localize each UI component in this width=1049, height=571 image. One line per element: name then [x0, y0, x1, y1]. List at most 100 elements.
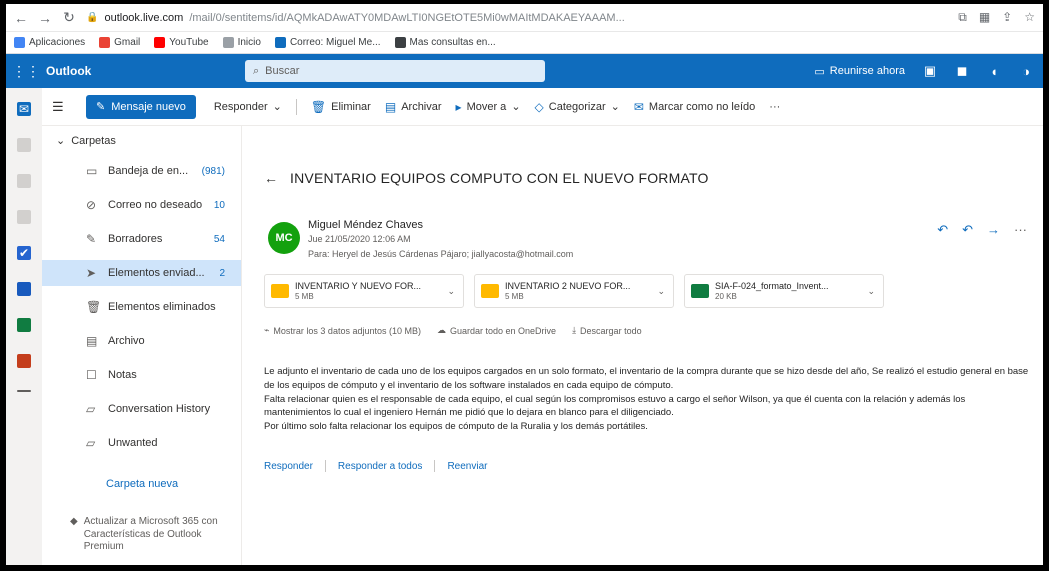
search-box[interactable]: ⌕ Buscar	[245, 60, 545, 82]
folder-label: Conversation History	[108, 403, 211, 415]
reply-icon[interactable]: ↶	[937, 222, 948, 238]
outlook-brand[interactable]: Outlook	[46, 64, 246, 78]
teams-icon[interactable]: ▣	[923, 63, 937, 79]
tag-icon: ◇	[534, 99, 544, 114]
bookmark-youtube[interactable]: YouTube	[154, 37, 209, 48]
speaker-icon[interactable]: ◖	[987, 64, 1001, 79]
ellipsis-icon: ···	[769, 100, 781, 113]
folder-sent[interactable]: ➤ Elementos enviad... 2	[42, 260, 241, 286]
folder-archive[interactable]: ▤ Archivo	[42, 328, 241, 354]
divider	[295, 98, 297, 115]
mark-unread-button[interactable]: ✉ Marcar como no leído	[634, 100, 755, 114]
forward-arrow-icon[interactable]: →	[38, 10, 52, 26]
folder-icon: ▱	[86, 402, 96, 416]
youtube-icon	[154, 37, 166, 48]
folder-label: Archivo	[108, 335, 145, 347]
archive-button[interactable]: ▤ Archivar	[385, 100, 442, 114]
save-onedrive-label: Guardar todo en OneDrive	[450, 325, 557, 336]
folder-notes[interactable]: ☐ Notas	[42, 362, 241, 388]
url-path: /mail/0/sentitems/id/AQMkADAwATY0MDAwLTI…	[189, 11, 625, 24]
chevron-down-icon: ⌄	[610, 101, 620, 113]
hamburger-icon[interactable]: ☰	[52, 99, 72, 115]
drafts-icon: ✎	[86, 232, 97, 246]
video-camera-icon: ▭	[814, 65, 825, 78]
reply-link[interactable]: Responder	[264, 461, 313, 472]
diamond-icon: ◆	[70, 516, 78, 527]
bookmark-consultas[interactable]: Mas consultas en...	[394, 37, 496, 48]
back-arrow-icon[interactable]: ←	[264, 170, 278, 186]
lightbulb-icon[interactable]: ◑	[1019, 64, 1033, 79]
chevron-down-icon: ⌄	[272, 101, 282, 113]
folder-label: Unwanted	[108, 437, 158, 449]
reply-dropdown-button[interactable]: Responder ⌄	[214, 100, 282, 114]
recipients: Para: Heryel de Jesús Cárdenas Pájaro; j…	[308, 249, 574, 259]
attachment-card[interactable]: INVENTARIO 2 NUEVO FOR... 5 MB ⌄	[474, 274, 674, 308]
translate-icon[interactable]: ⧉	[958, 10, 967, 25]
new-folder-link[interactable]: Carpeta nueva	[106, 478, 178, 490]
folder-deleted[interactable]: 🗑 Elementos eliminados	[42, 294, 241, 320]
browser-address-bar: ← → ↻ 🔒 outlook.live.com/mail/0/sentitem…	[6, 4, 1043, 32]
meet-now-button[interactable]: ▭ Reunirse ahora	[814, 65, 905, 78]
folder-conversation-history[interactable]: ▱ Conversation History	[42, 396, 241, 422]
folders-header[interactable]: ⌄ Carpetas	[56, 134, 116, 148]
show-all-attachments-link[interactable]: ⌁ Mostrar los 3 datos adjuntos (10 MB)	[264, 325, 421, 336]
calendar-icon[interactable]	[17, 138, 31, 152]
new-message-button[interactable]: ✎ Mensaje nuevo	[86, 94, 196, 119]
chevron-down-icon: ⌄	[56, 135, 66, 147]
people-icon[interactable]	[17, 174, 31, 188]
trash-icon: 🗑	[86, 300, 102, 314]
move-button[interactable]: ▸ Mover a ⌄	[456, 100, 521, 114]
delete-label: Eliminar	[331, 100, 371, 113]
reload-icon[interactable]: ↻	[62, 9, 76, 26]
bookmark-inicio[interactable]: Inicio	[222, 37, 261, 48]
folder-unwanted[interactable]: ▱ Unwanted	[42, 430, 241, 456]
categorize-button[interactable]: ◇ Categorizar ⌄	[535, 100, 620, 114]
extension-icon[interactable]: ▦	[979, 10, 990, 25]
outlook-icon	[274, 37, 286, 48]
attachment-card[interactable]: SIA-F-024_formato_Invent... 20 KB ⌄	[684, 274, 884, 308]
upgrade-banner[interactable]: ◆ Actualizar a Microsoft 365 con Caracte…	[70, 516, 230, 554]
powerpoint-icon[interactable]	[17, 354, 31, 368]
folder-inbox[interactable]: ▭ Bandeja de en... (981)	[42, 158, 241, 184]
more-commands-button[interactable]: ···	[769, 101, 780, 113]
sender-name[interactable]: Miguel Méndez Chaves	[308, 219, 423, 231]
chevron-down-icon[interactable]: ⌄	[447, 286, 455, 297]
paperclip-icon: ⌁	[264, 325, 270, 335]
folder-junk[interactable]: ⊘ Correo no deseado 10	[42, 192, 241, 218]
more-apps-icon[interactable]	[17, 390, 31, 392]
bookmark-gmail[interactable]: Gmail	[99, 37, 140, 48]
todo-icon[interactable]: ✔	[17, 246, 31, 260]
bookmark-apps[interactable]: Aplicaciones	[14, 37, 85, 48]
chevron-down-icon[interactable]: ⌄	[867, 286, 875, 297]
share-icon[interactable]: ⇪	[1002, 10, 1012, 25]
mail-icon[interactable]: ✉	[17, 102, 31, 116]
attachment-card[interactable]: INVENTARIO Y NUEVO FOR... 5 MB ⌄	[264, 274, 464, 308]
back-arrow-icon[interactable]: ←	[14, 10, 28, 26]
download-icon: ⤓	[572, 325, 577, 335]
excel-icon[interactable]	[17, 318, 31, 332]
envelope-icon: ✉	[633, 99, 644, 114]
folder-drafts[interactable]: ✎ Borradores 54	[42, 226, 241, 252]
app-launcher-icon[interactable]: ⋮⋮	[6, 63, 46, 80]
message-body: Le adjunto el inventario de cada uno de …	[264, 365, 1034, 434]
store-icon[interactable]: ◼	[955, 63, 969, 79]
chevron-down-icon[interactable]: ⌄	[657, 286, 665, 297]
word-icon[interactable]	[17, 282, 31, 296]
bookmark-correo[interactable]: Correo: Miguel Me...	[274, 37, 381, 48]
star-icon[interactable]: ☆	[1024, 10, 1035, 25]
folder-label: Elementos enviad...	[108, 267, 205, 279]
reply-all-link[interactable]: Responder a todos	[338, 461, 423, 472]
folder-count: 2	[219, 267, 225, 279]
ellipsis-icon[interactable]: ···	[1014, 222, 1027, 238]
download-all-link[interactable]: ⤓ Descargar todo	[572, 325, 642, 336]
attachment-size: 5 MB	[505, 291, 524, 301]
avatar[interactable]: MC	[268, 222, 300, 254]
url-field[interactable]: 🔒 outlook.live.com/mail/0/sentitems/id/A…	[86, 12, 948, 24]
reply-all-icon[interactable]: ↶	[962, 222, 973, 238]
forward-link[interactable]: Reenviar	[447, 461, 487, 472]
delete-button[interactable]: 🗑 Eliminar	[311, 100, 371, 114]
save-onedrive-link[interactable]: ☁ Guardar todo en OneDrive	[437, 325, 556, 336]
forward-icon[interactable]: →	[987, 222, 1000, 238]
attach-icon[interactable]	[17, 210, 31, 224]
apps-grid-icon	[14, 37, 25, 48]
